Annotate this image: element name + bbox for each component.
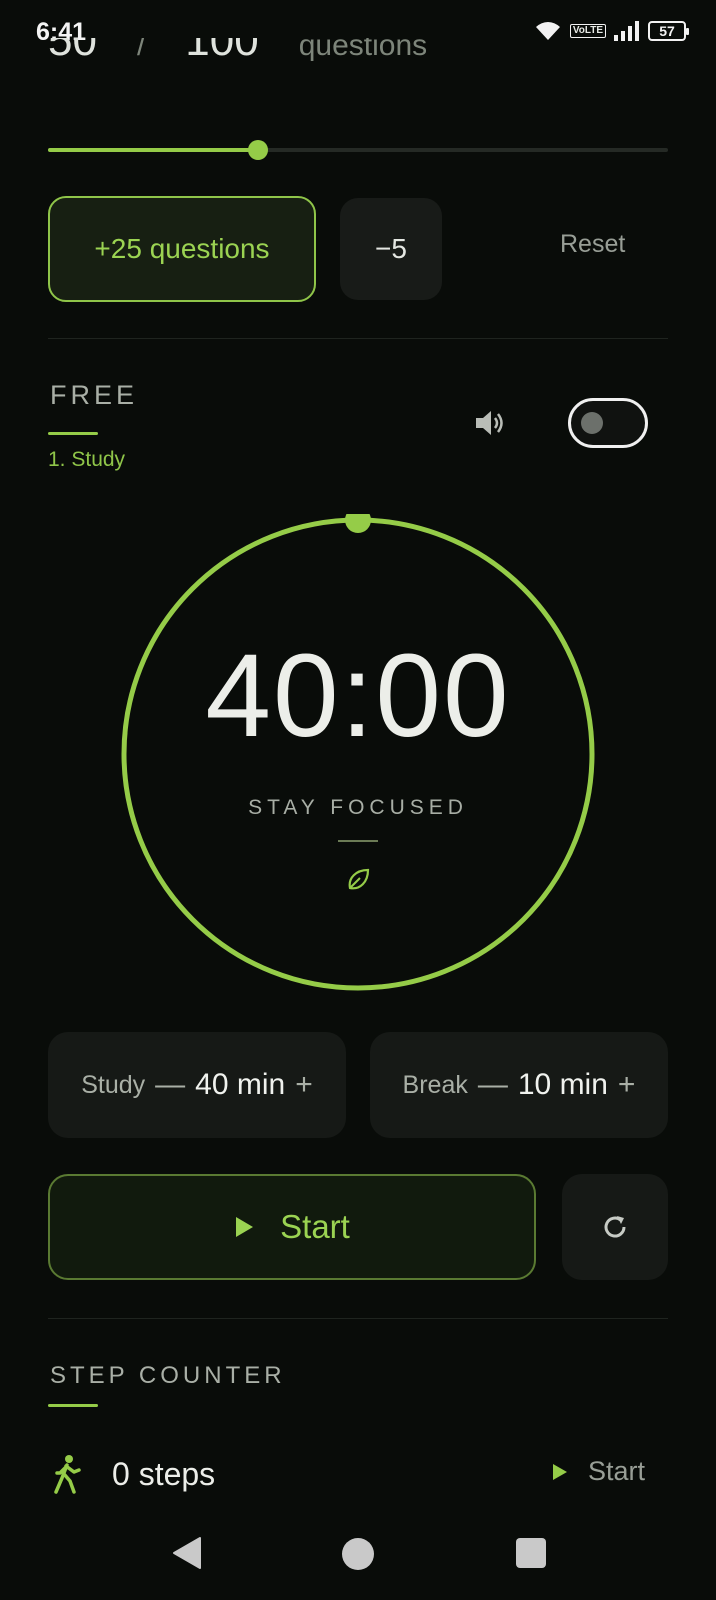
break-label: Break	[402, 1070, 468, 1099]
goal-separator: /	[136, 38, 146, 62]
timer-subtitle: STAY FOCUSED	[248, 796, 468, 819]
break-increase-button[interactable]: +	[618, 1068, 636, 1102]
nav-home-icon[interactable]	[342, 1538, 374, 1570]
study-label: Study	[81, 1070, 146, 1099]
volte-icon: VoLTE	[569, 24, 606, 38]
restart-timer-button[interactable]	[562, 1174, 668, 1280]
break-duration-card: Break — 10 min +	[370, 1032, 668, 1138]
timer-ring-handle	[345, 514, 371, 533]
break-duration-value: 10 min	[517, 1068, 608, 1101]
timer-display: 40:00	[205, 630, 511, 762]
add-questions-button[interactable]: +25 questions	[48, 196, 316, 302]
session-label: 1. Study	[48, 448, 126, 471]
leaf-icon	[348, 868, 370, 890]
goal-row: 50 / 100 questions	[48, 38, 656, 84]
nav-back-icon[interactable]	[172, 1536, 202, 1570]
divider	[48, 338, 668, 339]
play-icon	[553, 1463, 567, 1480]
start-timer-label: Start	[280, 1208, 350, 1245]
mode-title-underline	[48, 432, 98, 435]
study-decrease-button[interactable]: —	[155, 1068, 185, 1102]
reset-button[interactable]: Reset	[560, 230, 625, 259]
steps-count: 0 steps	[112, 1456, 216, 1492]
goal-slider-fill	[48, 148, 258, 152]
toggle-knob	[581, 412, 603, 434]
goal-target: 100	[185, 38, 259, 65]
mode-title: FREE	[50, 380, 139, 410]
break-decrease-button[interactable]: —	[478, 1068, 508, 1102]
nav-recents-icon[interactable]	[516, 1538, 546, 1568]
minus-questions-button[interactable]: −5	[340, 198, 442, 300]
walking-person-icon	[54, 1455, 81, 1494]
step-counter-title: STEP COUNTER	[50, 1362, 286, 1389]
goal-unit: questions	[298, 38, 428, 62]
speaker-icon[interactable]	[474, 408, 508, 438]
sound-toggle[interactable]	[568, 398, 648, 448]
divider	[48, 1318, 668, 1319]
step-counter-underline	[48, 1404, 98, 1407]
start-steps-label: Start	[588, 1456, 646, 1486]
start-steps-button[interactable]: Start	[552, 1456, 645, 1487]
start-timer-button[interactable]: Start	[48, 1174, 536, 1280]
restart-icon	[604, 1216, 626, 1238]
study-duration-value: 40 min	[195, 1068, 286, 1101]
study-duration-card: Study — 40 min +	[48, 1032, 346, 1138]
battery-level: 57	[659, 23, 675, 39]
study-increase-button[interactable]: +	[295, 1068, 313, 1102]
goal-slider-thumb[interactable]	[248, 140, 268, 160]
timer-divider	[338, 840, 378, 842]
play-icon	[236, 1217, 254, 1237]
goal-current: 50	[48, 38, 97, 65]
